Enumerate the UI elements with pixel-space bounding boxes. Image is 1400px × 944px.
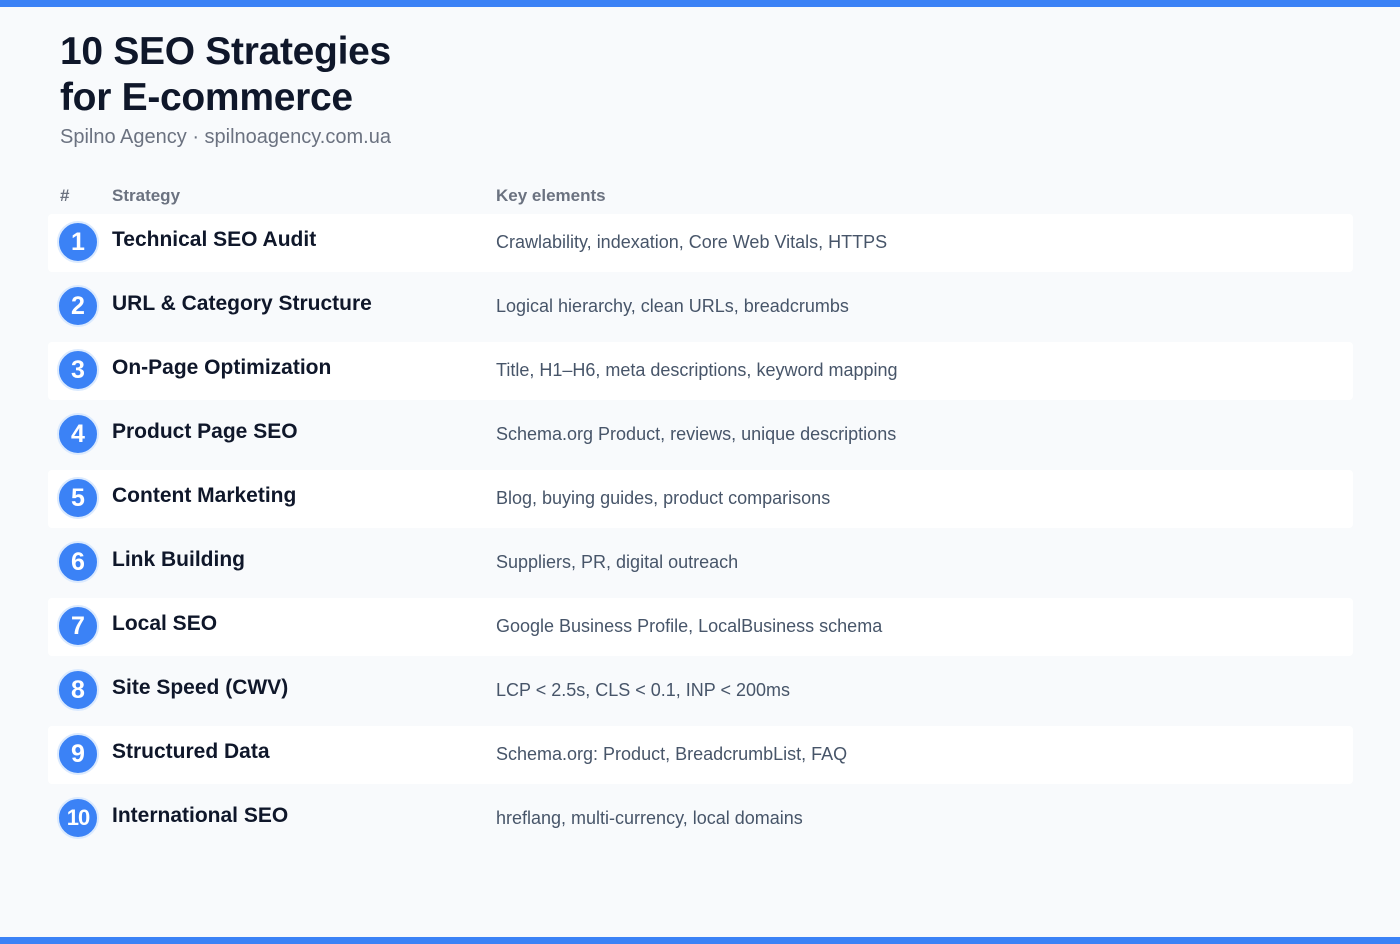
top-accent-bar	[0, 0, 1400, 7]
key-elements: Blog, buying guides, product comparisons	[496, 488, 831, 508]
strategy-name: Technical SEO Audit	[112, 228, 317, 251]
key-elements: Schema.org: Product, BreadcrumbList, FAQ	[496, 744, 848, 764]
key-elements: Suppliers, PR, digital outreach	[496, 552, 739, 572]
number-badge: 10	[57, 797, 99, 839]
strategy-name: Local SEO	[112, 612, 218, 635]
strategy-table: 1 Technical SEO Audit Crawlability, inde…	[48, 214, 1353, 854]
strategy-name: Product Page SEO	[112, 420, 298, 443]
number-badge: 9	[57, 733, 99, 775]
table-row: 4 Product Page SEO Schema.org Product, r…	[48, 406, 1353, 464]
key-elements: Google Business Profile, LocalBusiness s…	[496, 616, 883, 636]
table-row: 8 Site Speed (CWV) LCP < 2.5s, CLS < 0.1…	[48, 662, 1353, 720]
strategy-name: URL & Category Structure	[112, 292, 372, 315]
key-elements: hreflang, multi-currency, local domains	[496, 808, 803, 828]
number-badge: 6	[57, 541, 99, 583]
key-elements: Title, H1–H6, meta descriptions, keyword…	[496, 360, 898, 380]
page-subtitle: Spilno Agency · spilnoagency.com.ua	[60, 126, 391, 148]
page-title: 10 SEO Strategies for E-commerce	[60, 29, 391, 121]
number-badge: 3	[57, 349, 99, 391]
strategy-name: Site Speed (CWV)	[112, 676, 289, 699]
page-title-line-2: for E-commerce	[60, 76, 353, 119]
strategy-name: International SEO	[112, 804, 289, 827]
number-badge: 2	[57, 285, 99, 327]
number-badge: 4	[57, 413, 99, 455]
column-header-strategy: Strategy	[112, 186, 181, 205]
table-row: 10 International SEO hreflang, multi-cur…	[48, 790, 1353, 848]
table-row: 5 Content Marketing Blog, buying guides,…	[48, 470, 1353, 528]
column-header-number: #	[60, 186, 70, 205]
table-row: 6 Link Building Suppliers, PR, digital o…	[48, 534, 1353, 592]
key-elements: Crawlability, indexation, Core Web Vital…	[496, 232, 888, 252]
number-badge: 7	[57, 605, 99, 647]
strategy-name: Content Marketing	[112, 484, 297, 507]
table-row: 9 Structured Data Schema.org: Product, B…	[48, 726, 1353, 784]
table-row: 1 Technical SEO Audit Crawlability, inde…	[48, 214, 1353, 272]
key-elements: Logical hierarchy, clean URLs, breadcrum…	[496, 296, 849, 316]
key-elements: LCP < 2.5s, CLS < 0.1, INP < 200ms	[496, 680, 791, 700]
table-row: 3 On-Page Optimization Title, H1–H6, met…	[48, 342, 1353, 400]
number-badge: 8	[57, 669, 99, 711]
number-badge: 1	[57, 221, 99, 263]
number-badge: 5	[57, 477, 99, 519]
key-elements: Schema.org Product, reviews, unique desc…	[496, 424, 897, 444]
column-header-key-elements: Key elements	[496, 186, 606, 205]
table-row: 2 URL & Category Structure Logical hiera…	[48, 278, 1353, 336]
strategy-name: Link Building	[112, 548, 245, 571]
bottom-accent-bar	[0, 937, 1400, 944]
strategy-name: On-Page Optimization	[112, 356, 332, 379]
page-title-line-1: 10 SEO Strategies	[60, 30, 391, 73]
table-row: 7 Local SEO Google Business Profile, Loc…	[48, 598, 1353, 656]
strategy-name: Structured Data	[112, 740, 270, 763]
